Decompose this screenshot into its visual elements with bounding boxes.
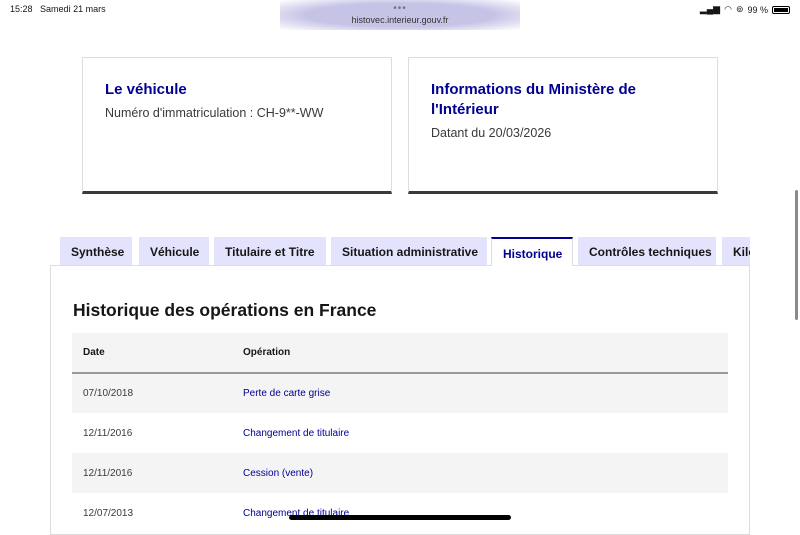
url[interactable]: histovec.interieur.gouv.fr [280, 15, 520, 25]
address-bar[interactable]: ••• histovec.interieur.gouv.fr [280, 0, 520, 30]
card-title: Le véhicule [105, 81, 187, 98]
tab-titulaire[interactable]: Titulaire et Titre [214, 237, 326, 265]
table-row: 07/10/2018 Perte de carte grise [72, 373, 728, 413]
card-title: Informations du Ministère de l'Intérieur [431, 81, 637, 118]
signal-icon: ▂▄▆ [699, 4, 721, 14]
home-indicator[interactable] [289, 515, 511, 520]
table-row: 12/11/2016 Changement de titulaire [72, 413, 728, 453]
tab-historique[interactable]: Historique [491, 237, 573, 266]
section-title: Historique des opérations en France [73, 300, 377, 320]
card-text: Datant du 20/03/2026 [431, 126, 552, 140]
battery-percent: 99 % [747, 4, 768, 15]
status-bar: 15:28 Samedi 21 mars ••• histovec.interi… [0, 0, 800, 30]
column-header-operation: Opération [232, 333, 728, 374]
column-header-date: Date [72, 333, 232, 374]
more-dots-icon[interactable]: ••• [280, 3, 520, 14]
tab-synthese[interactable]: Synthèse [60, 237, 132, 265]
vehicle-card: Le véhicule Numéro d'immatriculation : C… [82, 57, 392, 194]
date-cell: 07/10/2018 [72, 373, 232, 413]
table-row: 12/07/2013 Changement de titulaire [72, 493, 728, 533]
time: 15:28 [10, 4, 33, 14]
status-time-date: 15:28 Samedi 21 mars [10, 4, 106, 14]
scrollbar[interactable] [795, 190, 798, 320]
tab-vehicule[interactable]: Véhicule [139, 237, 209, 265]
date: Samedi 21 mars [40, 4, 106, 14]
date-cell: 12/11/2016 [72, 453, 232, 493]
battery-icon [772, 5, 790, 14]
table-header: Date Opération [72, 333, 728, 374]
operation-link[interactable]: Cession (vente) [243, 468, 313, 479]
date-cell: 12/07/2013 [83, 507, 134, 519]
card-text: Numéro d'immatriculation : CH-9**-WW [105, 106, 324, 120]
ministry-card: Informations du Ministère de l'Intérieur… [408, 57, 718, 194]
table-row: 12/11/2016 Cession (vente) [72, 453, 728, 493]
date-cell: 12/11/2016 [83, 427, 133, 439]
tab-controles[interactable]: Contrôles techniques [578, 237, 716, 265]
orientation-lock-icon: ⊚ [735, 4, 744, 14]
history-table: Date Opération 07/10/2018 Perte de carte … [72, 333, 728, 533]
operation-link[interactable]: Changement de titulaire [243, 428, 349, 439]
status-icons: ▂▄▆ ◠ ⊚ 99 % [700, 4, 790, 15]
tab-situation[interactable]: Situation administrative [331, 237, 487, 265]
operation-link[interactable]: Perte de carte grise [243, 388, 330, 399]
tab-kilometrage[interactable]: Kilométrage [722, 237, 750, 265]
wifi-icon: ◠ [724, 4, 732, 14]
